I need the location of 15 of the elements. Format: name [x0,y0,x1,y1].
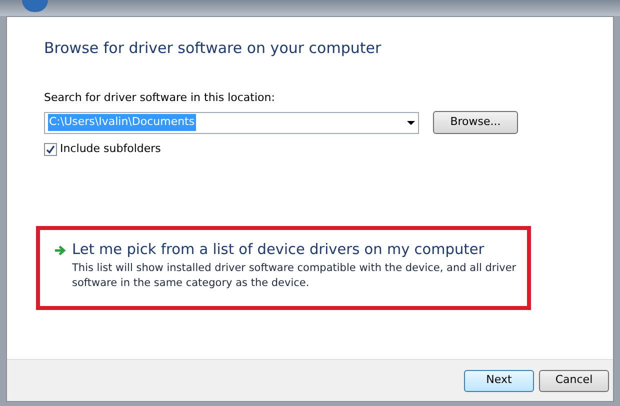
pick-option-title[interactable]: Let me pick from a list of device drivers on my computer [72,240,522,262]
dialog-heading: Browse for driver software on your computer [44,38,382,59]
checkmark-icon [46,144,55,154]
dropdown-arrow-icon [407,120,415,124]
subfolders-label: Include subfolders [60,141,161,157]
location-value: C:\Users\Ivalin\Documents [48,114,196,131]
subfolders-checkbox[interactable] [44,142,57,156]
arrow-icon [54,244,66,256]
pick-option-frame[interactable]: Let me pick from a list of device drivers on my computer This list will show installed driver software compatible with the device, and all driver software in the same category as the device. [36,226,531,310]
pick-option-description: This list will show installed driver software compatible with the device, and all driver software in the same category as the device. [72,261,518,292]
dialog-button[interactable]: Cancel [539,370,609,392]
browse-button[interactable]: Browse... [433,111,518,134]
window-icon [22,0,48,12]
search-label: Search for driver software in this location: [44,90,276,106]
dialog-button[interactable]: Next [464,370,534,392]
